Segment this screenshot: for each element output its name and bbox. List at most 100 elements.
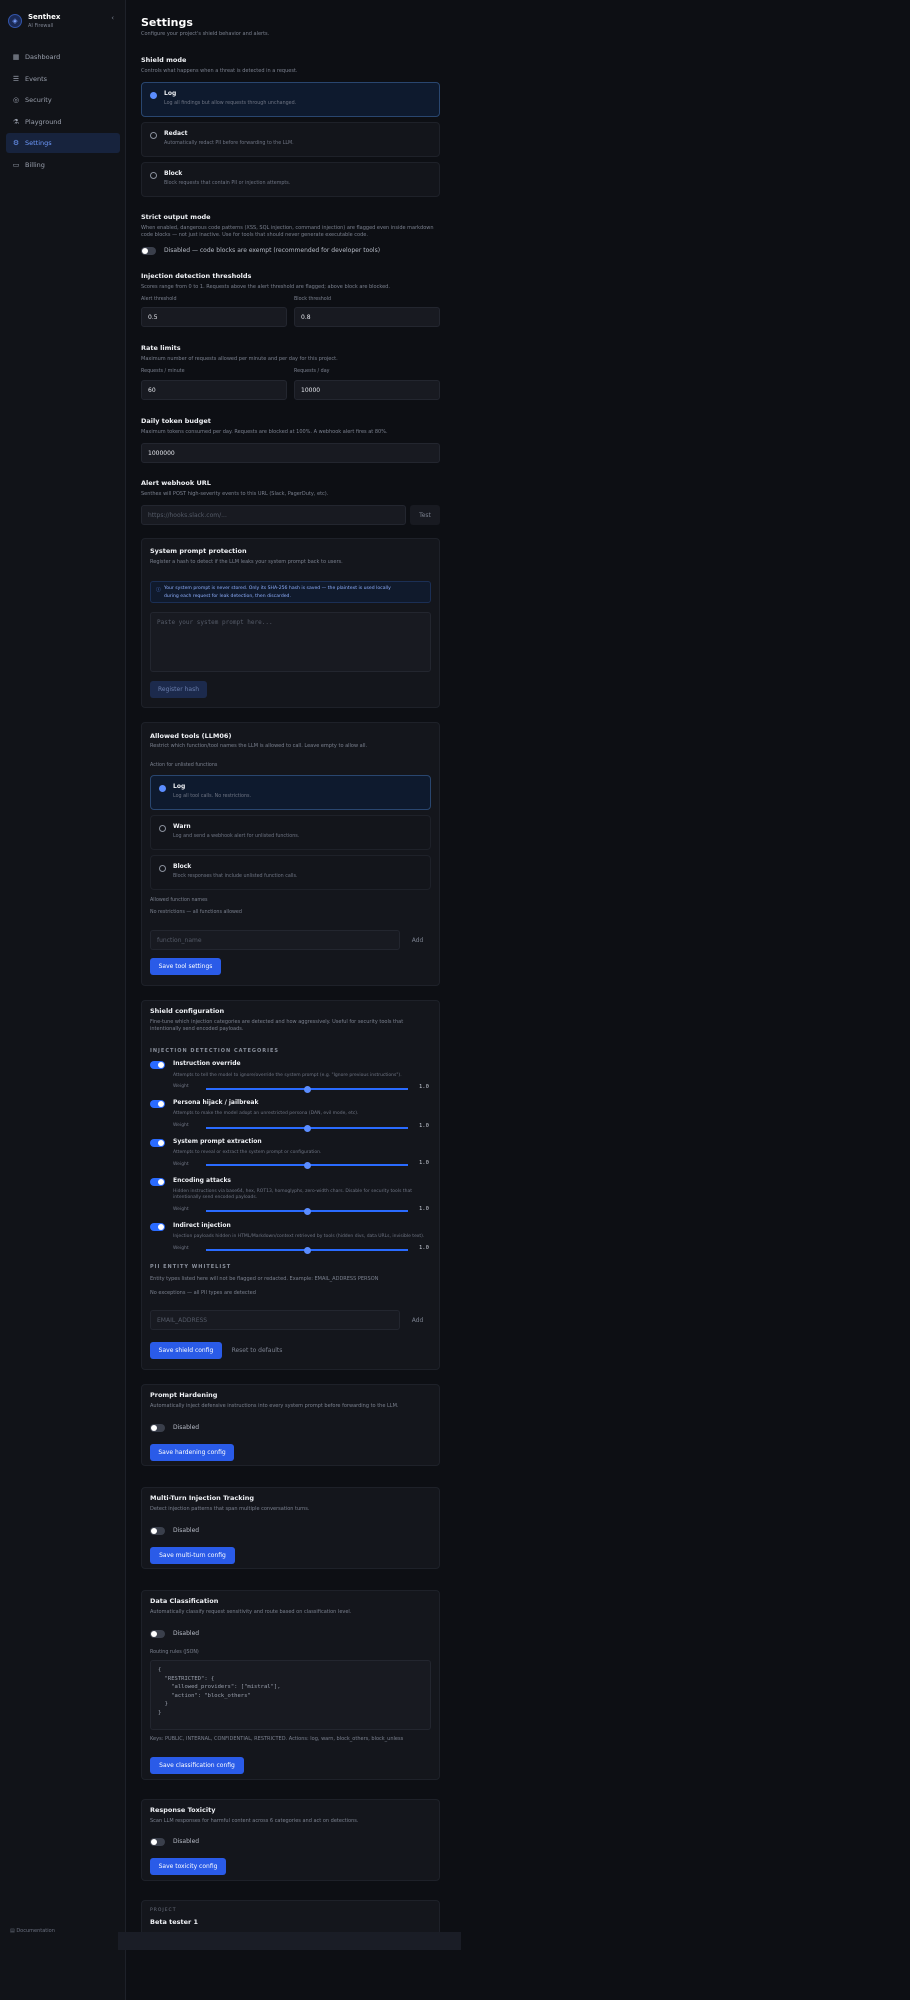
weight-slider[interactable] xyxy=(206,1161,408,1169)
weight-value: 1.0 xyxy=(419,1123,429,1129)
pii-whitelist-hint: No exceptions — all PII types are detect… xyxy=(150,1290,256,1296)
weight-label: Weight xyxy=(173,1246,189,1251)
function-name-input[interactable]: function_name xyxy=(150,930,400,950)
pii-add-button[interactable]: Add xyxy=(404,1310,431,1330)
rpd-label: Requests / day xyxy=(294,369,330,374)
block-threshold-input[interactable]: 0.8 xyxy=(294,307,440,327)
save-multiturn-button[interactable]: Save multi-turn config xyxy=(150,1547,235,1564)
tools-add-button[interactable]: Add xyxy=(404,930,431,950)
hardening-toggle[interactable] xyxy=(150,1424,165,1432)
tools-desc: Restrict which function/tool names the L… xyxy=(150,743,368,749)
reset-defaults-button[interactable]: Reset to defaults xyxy=(228,1342,286,1359)
category-name: Persona hijack / jailbreak xyxy=(173,1099,259,1106)
radio-icon xyxy=(150,172,157,179)
category-desc: Injection payloads hidden in HTML/Markdo… xyxy=(173,1234,425,1239)
multiturn-toggle[interactable] xyxy=(150,1527,165,1535)
bottom-overlay-bar xyxy=(118,1932,461,1950)
tools-option-block[interactable]: Block Block responses that include unlist… xyxy=(150,855,431,890)
toxicity-toggle[interactable] xyxy=(150,1838,165,1846)
sidebar-item-security[interactable]: ◎ Security xyxy=(6,90,120,110)
weight-value: 1.0 xyxy=(419,1245,429,1251)
tools-option-warn[interactable]: Warn Log and send a webhook alert for unl… xyxy=(150,815,431,850)
weight-slider[interactable] xyxy=(206,1207,408,1215)
webhook-desc: Senthex will POST high-severity events t… xyxy=(141,491,329,497)
category-name: Encoding attacks xyxy=(173,1177,232,1184)
brand: ◈ Senthex AI Firewall ‹ xyxy=(8,10,118,32)
shield-mode-option-redact[interactable]: Redact Automatically redact PII before fo… xyxy=(141,122,440,157)
shield-mode-title: Shield mode xyxy=(141,56,187,64)
chevron-left-icon[interactable]: ‹ xyxy=(111,14,114,22)
block-threshold-label: Block threshold xyxy=(294,297,332,302)
shield-config-title: Shield configuration xyxy=(150,1007,225,1015)
sidebar-item-dashboard[interactable]: ▦ Dashboard xyxy=(6,47,120,67)
strict-output-toggle[interactable] xyxy=(141,247,156,255)
weight-value: 1.0 xyxy=(419,1160,429,1166)
hardening-toggle-label: Disabled xyxy=(173,1424,200,1431)
webhook-test-button[interactable]: Test xyxy=(410,505,440,525)
sidebar-item-settings[interactable]: ⚙ Settings xyxy=(6,133,120,153)
slider-handle[interactable] xyxy=(304,1246,311,1254)
shield-logo-icon: ◈ xyxy=(8,14,22,28)
weight-slider[interactable] xyxy=(206,1085,408,1093)
save-toxicity-button[interactable]: Save toxicity config xyxy=(150,1858,226,1875)
tools-names-hint: No restrictions — all functions allowed xyxy=(150,910,242,915)
tools-title: Allowed tools (LLM06) xyxy=(150,732,232,740)
pii-whitelist-desc: Entity types listed here will not be fla… xyxy=(150,1276,379,1282)
spp-prompt-textarea[interactable]: Paste your system prompt here... xyxy=(150,612,431,672)
toxicity-title: Response Toxicity xyxy=(150,1806,216,1814)
weight-value: 1.0 xyxy=(419,1206,429,1212)
weight-label: Weight xyxy=(173,1123,189,1128)
hardening-desc: Automatically inject defensive instructi… xyxy=(150,1403,399,1409)
category-desc: Attempts to make the model adopt an unre… xyxy=(173,1111,359,1116)
sidebar-nav: ▦ Dashboard ☰ Events ◎ Security ⚗ Playground… xyxy=(6,47,120,176)
hardening-title: Prompt Hardening xyxy=(150,1391,218,1399)
app-name: Senthex xyxy=(28,13,61,21)
rpd-input[interactable]: 10000 xyxy=(294,380,440,400)
pii-entity-input[interactable]: EMAIL_ADDRESS xyxy=(150,1310,400,1330)
slider-handle[interactable] xyxy=(304,1161,311,1169)
webhook-url-input[interactable]: https://hooks.slack.com/... xyxy=(141,505,406,525)
page-subtitle: Configure your project's shield behavior… xyxy=(141,31,270,37)
spp-info-banner xyxy=(150,581,431,603)
sidebar-item-events[interactable]: ☰ Events xyxy=(6,69,120,89)
weight-slider[interactable] xyxy=(206,1124,408,1132)
category-toggle-encoding-attacks[interactable] xyxy=(150,1178,165,1186)
weight-label: Weight xyxy=(173,1207,189,1212)
strict-output-desc: When enabled, dangerous code patterns (X… xyxy=(141,225,434,238)
project-label: PROJECT xyxy=(150,1908,177,1913)
save-classification-button[interactable]: Save classification config xyxy=(150,1757,244,1774)
sidebar-footer-link[interactable]: ▤ Documentation xyxy=(10,1928,55,1934)
weight-slider[interactable] xyxy=(206,1246,408,1254)
shield-mode-option-block[interactable]: Block Block requests that contain PII or … xyxy=(141,162,440,197)
category-toggle-persona-hijack[interactable] xyxy=(150,1100,165,1108)
slider-handle[interactable] xyxy=(304,1085,311,1093)
slider-handle[interactable] xyxy=(304,1207,311,1215)
classification-toggle[interactable] xyxy=(150,1630,165,1638)
budget-input[interactable]: 1000000 xyxy=(141,443,440,463)
category-toggle-indirect-injection[interactable] xyxy=(150,1223,165,1231)
spp-desc: Register a hash to detect if the LLM lea… xyxy=(150,559,343,565)
category-toggle-instruction-override[interactable] xyxy=(150,1061,165,1069)
pii-whitelist-header: PII ENTITY WHITELIST xyxy=(150,1264,232,1270)
sidebar-item-billing[interactable]: ▭ Billing xyxy=(6,155,120,175)
alert-threshold-input[interactable]: 0.5 xyxy=(141,307,287,327)
register-hash-button[interactable]: Register hash xyxy=(150,681,207,698)
spp-info-line-2: during each request for leak detection, … xyxy=(164,594,291,599)
slider-handle[interactable] xyxy=(304,1124,311,1132)
save-tool-settings-button[interactable]: Save tool settings xyxy=(150,958,221,975)
routing-rules-editor[interactable]: { "RESTRICTED": { "allowed_providers": [… xyxy=(150,1660,431,1730)
tools-option-log[interactable]: Log Log all tool calls. No restrictions. xyxy=(150,775,431,810)
save-shield-config-button[interactable]: Save shield config xyxy=(150,1342,222,1359)
toxicity-toggle-label: Disabled xyxy=(173,1838,200,1845)
category-desc: Attempts to tell the model to ignore/ove… xyxy=(173,1073,402,1078)
shield-mode-option-log[interactable]: Log Log all findings but allow requests t… xyxy=(141,82,440,117)
rpm-input[interactable]: 60 xyxy=(141,380,287,400)
category-toggle-system-prompt-extraction[interactable] xyxy=(150,1139,165,1147)
sidebar-item-playground[interactable]: ⚗ Playground xyxy=(6,112,120,132)
multiturn-desc: Detect injection patterns that span mult… xyxy=(150,1506,310,1512)
tools-names-label: Allowed function names xyxy=(150,898,208,903)
budget-desc: Maximum tokens consumed per day. Request… xyxy=(141,429,388,435)
weight-label: Weight xyxy=(173,1084,189,1089)
save-hardening-button[interactable]: Save hardening config xyxy=(150,1444,234,1461)
radio-icon xyxy=(159,825,166,832)
